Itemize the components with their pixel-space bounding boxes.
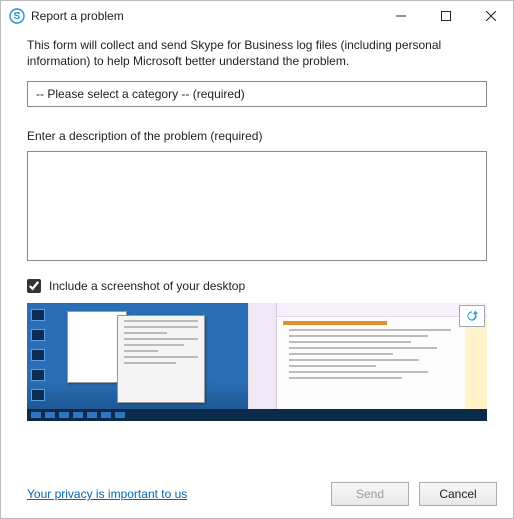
screenshot-checkbox-row[interactable]: Include a screenshot of your desktop: [27, 279, 487, 293]
category-select[interactable]: -- Please select a category -- (required…: [27, 81, 487, 107]
title-bar: Report a problem: [1, 1, 513, 31]
screenshot-checkbox[interactable]: [27, 279, 41, 293]
refresh-icon: [459, 305, 485, 327]
window-title: Report a problem: [31, 9, 378, 23]
screenshot-checkbox-label: Include a screenshot of your desktop: [49, 279, 245, 293]
close-button[interactable]: [468, 1, 513, 31]
description-input[interactable]: [27, 151, 487, 261]
thumbnail-monitor-1: [27, 303, 248, 421]
dialog-content: This form will collect and send Skype fo…: [1, 31, 513, 470]
dialog-footer: Your privacy is important to us Send Can…: [1, 470, 513, 518]
minimize-button[interactable]: [378, 1, 423, 31]
maximize-button[interactable]: [423, 1, 468, 31]
cancel-button[interactable]: Cancel: [419, 482, 497, 506]
privacy-link[interactable]: Your privacy is important to us: [27, 487, 187, 501]
category-select-value: -- Please select a category -- (required…: [36, 87, 245, 101]
description-label: Enter a description of the problem (requ…: [27, 129, 487, 143]
send-button[interactable]: Send: [331, 482, 409, 506]
thumbnail-monitor-2: [248, 303, 487, 421]
intro-text: This form will collect and send Skype fo…: [27, 37, 487, 69]
app-icon: [9, 8, 25, 24]
dialog-window: Report a problem This form will collect …: [0, 0, 514, 519]
screenshot-thumbnail: [27, 303, 487, 421]
